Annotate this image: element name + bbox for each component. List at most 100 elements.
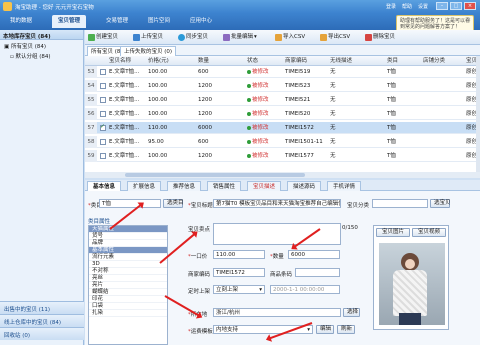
tab-item-video[interactable]: 宝贝视频	[412, 228, 446, 237]
cell-cat: T恤	[387, 139, 396, 145]
shop-category-field[interactable]	[372, 199, 428, 208]
table-row[interactable]: 55 E.文章T恤... 100.00 1200 被修改 TIMEI521 无 T恤 原创	[85, 94, 480, 106]
table-row[interactable]: 53 E.文章T恤... 100.00 600 被修改 TIMEI519 无 T恤 原创	[85, 66, 480, 78]
select-shop-category-button[interactable]: 选宝贝	[430, 199, 451, 208]
attribute-item[interactable]: 蝴蝶结	[89, 289, 167, 296]
close-icon[interactable]: ×	[467, 17, 471, 23]
attribute-item[interactable]: 亮丝	[89, 275, 167, 282]
column-header[interactable]: 价格(元)	[148, 56, 169, 66]
vertical-scrollbar[interactable]	[476, 56, 480, 172]
settings-link[interactable]: 设置	[418, 3, 428, 10]
column-header[interactable]: 状态	[247, 56, 258, 66]
table-row[interactable]: 58 E.文章T恤... 95.00 600 被修改 TIMEI1501-11 无 T恤 原创	[85, 136, 480, 148]
tab-item-management[interactable]: 宝贝管理	[52, 15, 87, 28]
attribute-item[interactable]: 货号	[89, 233, 167, 240]
attribute-item[interactable]: 口袋	[89, 303, 167, 310]
table-row[interactable]: 57E.文章T恤...110.006000被修改TIMEI1572无T恤原创	[85, 122, 480, 134]
create-item-button[interactable]: 创建宝贝	[88, 33, 118, 42]
attribute-item[interactable]: 亮片	[89, 282, 167, 289]
tab-trade-management[interactable]: 交易管理	[100, 15, 134, 28]
export-csv-button[interactable]: 导出CSV	[320, 33, 350, 42]
help-link[interactable]: 帮助	[402, 3, 412, 10]
merchant-code-input[interactable]: TIMEI1572	[213, 268, 265, 277]
sidebar-item-all[interactable]: ▣ 所有宝贝 (84)	[0, 40, 83, 50]
cell-code: TIMEI1501-11	[285, 139, 323, 145]
tab-upload-failed[interactable]: 上传失败的宝贝 (0)	[120, 46, 177, 56]
sidebar-footer-recycle[interactable]: 回收站 (0)	[0, 327, 84, 340]
shipping-template-label: *运费模板	[188, 329, 213, 335]
batch-edit-button[interactable]: 批量编辑 ▾	[223, 33, 257, 42]
horizontal-scrollbar[interactable]	[85, 172, 480, 178]
row-checkbox[interactable]	[100, 139, 106, 145]
table-row[interactable]: 59 E.文章T恤... 100.00 1200 被修改 TIMEI1577 无 T恤 原创	[85, 150, 480, 162]
attribute-item[interactable]: 品牌	[89, 240, 167, 247]
tab-mobile-details[interactable]: 手机详情	[327, 181, 362, 191]
column-header[interactable]: 数量	[198, 56, 209, 66]
column-header[interactable]: 宝贝名称	[109, 56, 131, 66]
item-table: 宝贝名称 价格(元) 数量 状态 商家编码 无线描述 类目 店铺分类 宝贝 53…	[85, 56, 480, 178]
table-row[interactable]: 56 E.文章T恤... 100.00 1200 被修改 TIMEI520 无 T恤 原创	[85, 108, 480, 120]
edit-shipping-button[interactable]: 编辑	[316, 325, 334, 334]
column-header[interactable]: 类目	[387, 56, 398, 66]
attribute-item[interactable]: 天猫属性	[89, 226, 167, 233]
selling-point-textarea[interactable]	[213, 223, 341, 245]
attribute-list[interactable]: 天猫属性 货号 品牌 基本属性 流行元素 3D 不对称 亮丝 亮片 蝴蝶结 印花 口袋 扎染	[88, 225, 168, 345]
delete-item-button[interactable]: 删除宝贝	[365, 33, 395, 42]
cell-qty: 1200	[198, 111, 212, 117]
refresh-shipping-button[interactable]: 刷新	[337, 325, 355, 334]
tab-item-images[interactable]: 宝贝图片	[376, 228, 410, 237]
close-icon[interactable]: ×	[464, 2, 476, 10]
column-header[interactable]: 店铺分类	[423, 56, 445, 66]
cell-cat: T恤	[387, 111, 396, 117]
attribute-item[interactable]: 印花	[89, 296, 167, 303]
select-location-button[interactable]: 选择	[343, 308, 360, 317]
minimize-icon[interactable]: –	[436, 2, 448, 10]
import-csv-button[interactable]: 导入CSV	[275, 33, 305, 42]
tab-description-source[interactable]: 描述源码	[287, 181, 322, 191]
location-input[interactable]: 浙江/杭州	[213, 308, 341, 317]
attribute-item[interactable]: 基本属性	[89, 247, 167, 254]
detail-tabs: 基本信息 扩展信息 推荐信息 销售属性 宝贝描述 描述源码 手机详情	[85, 180, 480, 191]
toolbar: 创建宝贝 上传宝贝 同步宝贝 批量编辑 ▾ 导入CSV 导出CSV 删除宝贝	[85, 30, 480, 45]
cell-qty: 1200	[198, 97, 212, 103]
tab-extended-info[interactable]: 扩展信息	[127, 181, 162, 191]
login-link[interactable]: 登录	[386, 3, 396, 10]
tab-recommend-info[interactable]: 推荐信息	[167, 181, 202, 191]
maximize-icon[interactable]: □	[450, 2, 462, 10]
attribute-item[interactable]: 不对称	[89, 268, 167, 275]
tab-basic-info[interactable]: 基本信息	[87, 181, 122, 191]
title-input[interactable]: 第7猫T0 模板宝贝品目和来天猫淘宝推荐自己编辑优化 51/60	[213, 199, 341, 208]
sidebar-footer-warehouse[interactable]: 线上仓库中的宝贝 (84)	[0, 314, 84, 327]
tab-image-space[interactable]: 图片空间	[142, 15, 176, 28]
sidebar-footer-onsale[interactable]: 出售中的宝贝 (11)	[0, 301, 84, 314]
title-label: *宝贝标题	[188, 203, 213, 209]
row-checkbox[interactable]	[100, 97, 106, 103]
listing-time-select[interactable]: 立刻上架 ▾	[213, 285, 265, 294]
table-row[interactable]: 54 E.文章T恤... 100.00 1200 被修改 TIMEI523 无 T恤 原创	[85, 80, 480, 92]
row-checkbox[interactable]	[100, 83, 106, 89]
tab-item-description[interactable]: 宝贝描述	[247, 181, 282, 191]
attribute-item[interactable]: 扎染	[89, 310, 167, 317]
select-category-button[interactable]: 选类目	[163, 199, 184, 208]
attribute-item[interactable]: 流行元素	[89, 254, 167, 261]
cell-price: 110.00	[148, 125, 168, 131]
row-checkbox[interactable]	[100, 123, 106, 131]
quantity-input[interactable]: 6000	[288, 250, 340, 259]
column-header[interactable]: 商家编码	[285, 56, 307, 66]
barcode-input[interactable]	[295, 268, 340, 277]
sidebar-item-default-group[interactable]: ▫ 默认分组 (84)	[0, 50, 83, 60]
tab-sale-attributes[interactable]: 销售属性	[207, 181, 242, 191]
sync-item-button[interactable]: 同步宝贝	[178, 33, 208, 42]
listing-date-input[interactable]: 2000-1-1 00:00:00	[270, 285, 340, 294]
row-checkbox[interactable]	[100, 111, 106, 117]
attribute-item[interactable]: 3D	[89, 261, 167, 268]
upload-item-button[interactable]: 上传宝贝	[133, 33, 163, 42]
row-checkbox[interactable]	[100, 153, 106, 159]
tab-my-data[interactable]: 我的数据	[4, 15, 38, 28]
scrollbar-thumb[interactable]	[125, 173, 305, 177]
tab-app-center[interactable]: 应用中心	[184, 15, 218, 28]
price-input[interactable]: 110.00	[213, 250, 265, 259]
row-checkbox[interactable]	[100, 69, 106, 75]
category-field[interactable]: T恤	[99, 199, 161, 208]
column-header[interactable]: 无线描述	[330, 56, 352, 66]
